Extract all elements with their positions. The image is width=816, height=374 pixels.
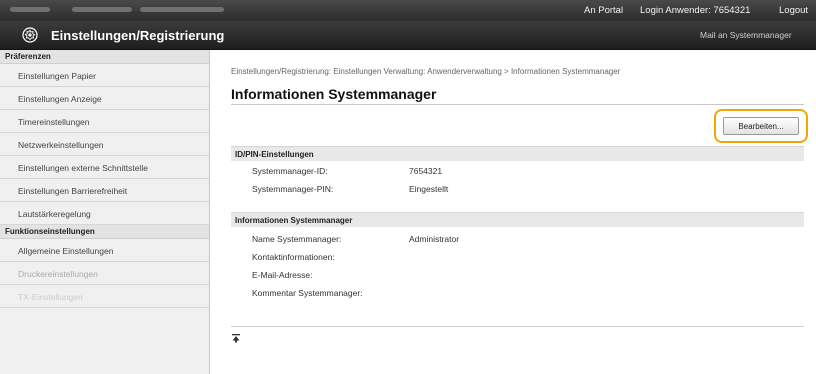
sidebar-item-volume[interactable]: Lautstärkeregelung [0,202,209,225]
title-bar: Einstellungen/Registrierung Mail an Syst… [0,21,816,50]
sidebar: Präferenzen Einstellungen Papier Einstel… [0,50,210,374]
title-divider [231,104,804,105]
row-value: Eingestellt [409,184,449,194]
sidebar-item-display[interactable]: Einstellungen Anzeige [0,87,209,110]
page-title: Informationen Systemmanager [231,86,437,102]
back-to-top-icon[interactable] [231,333,241,343]
sidebar-item-accessibility[interactable]: Einstellungen Barrierefreiheit [0,179,209,202]
edit-button-highlight: Bearbeiten... [714,109,808,143]
sidebar-item-external-interface[interactable]: Einstellungen externe Schnittstelle [0,156,209,179]
gear-icon [22,27,38,43]
sidebar-item-network[interactable]: Netzwerkeinstellungen [0,133,209,156]
edit-button[interactable]: Bearbeiten... [723,117,799,135]
info-row: Systemmanager-PIN: Eingestellt [231,180,804,198]
logout-link[interactable]: Logout [779,5,808,16]
blurred-text [72,7,132,12]
mail-admin-link[interactable]: Mail an Systemmanager [700,30,792,40]
sidebar-item-printer[interactable]: Druckereinstellungen [0,262,209,285]
blurred-text [10,7,50,12]
bottom-divider [231,326,804,327]
row-label: E-Mail-Adresse: [252,270,313,280]
row-label: Systemmanager-ID: [252,166,328,176]
blurred-text [140,7,224,12]
portal-link[interactable]: An Portal [584,5,623,16]
login-user-label: Login Anwender: 7654321 [640,5,751,16]
info-row: Kontaktinformationen: [231,248,804,266]
top-bar: An Portal Login Anwender: 7654321 Logout [0,0,816,21]
section-header-id-pin: ID/PIN-Einstellungen [231,146,804,161]
app-title: Einstellungen/Registrierung [51,28,225,43]
row-label: Systemmanager-PIN: [252,184,334,194]
info-row: E-Mail-Adresse: [231,266,804,284]
main-content: Einstellungen/Registrierung: Einstellung… [210,50,816,374]
sidebar-item-timer[interactable]: Timereinstellungen [0,110,209,133]
info-row: Name Systemmanager: Administrator [231,230,804,248]
sidebar-section-preferences: Präferenzen [0,50,209,64]
row-label: Kommentar Systemmanager: [252,288,363,298]
info-row: Kommentar Systemmanager: [231,284,804,302]
sidebar-item-paper[interactable]: Einstellungen Papier [0,64,209,87]
sidebar-item-general[interactable]: Allgemeine Einstellungen [0,239,209,262]
breadcrumb: Einstellungen/Registrierung: Einstellung… [231,67,621,76]
row-label: Name Systemmanager: [252,234,342,244]
row-value: 7654321 [409,166,443,176]
sidebar-section-functions: Funktionseinstellungen [0,225,209,239]
row-value: Administrator [409,234,460,244]
sidebar-item-tx[interactable]: TX-Einstellungen [0,285,209,308]
info-row: Systemmanager-ID: 7654321 [231,162,804,180]
section-header-system-manager: Informationen Systemmanager [231,212,804,227]
row-label: Kontaktinformationen: [252,252,335,262]
